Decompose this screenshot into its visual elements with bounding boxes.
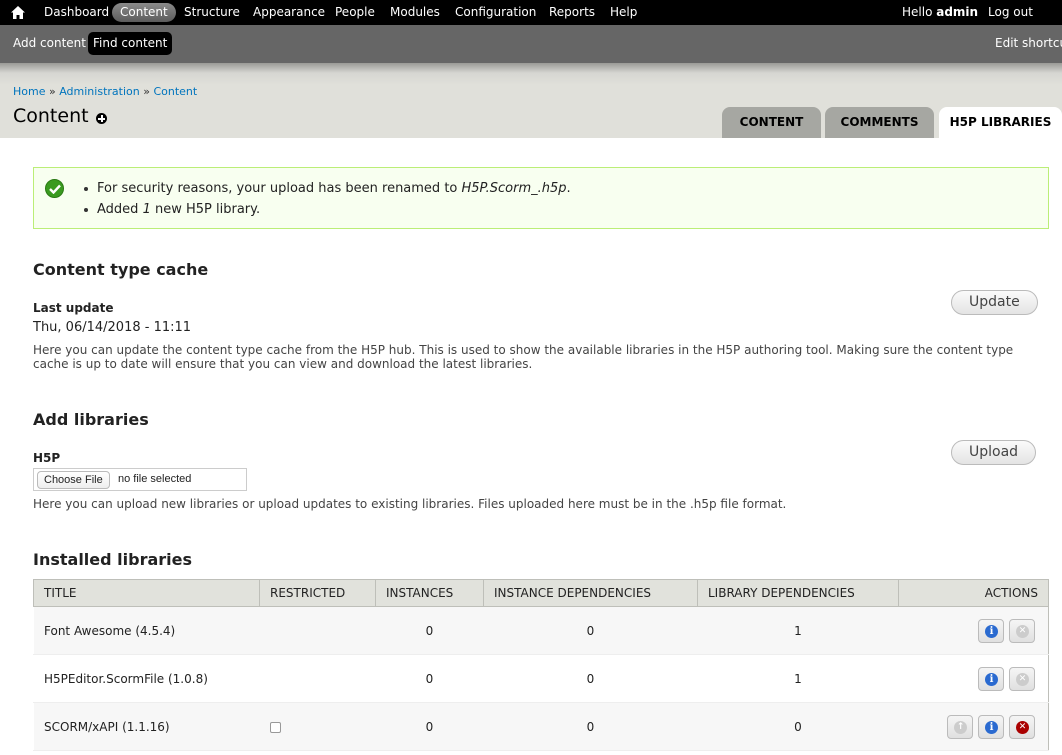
home-icon[interactable] — [11, 6, 25, 19]
add-libraries-heading: Add libraries — [33, 410, 149, 429]
library-library-deps: 0 — [697, 702, 899, 751]
library-title: SCORM/xAPI (1.1.16) — [33, 702, 260, 751]
details-button[interactable]: i — [978, 618, 1004, 643]
breadcrumb-separator: » — [143, 85, 150, 98]
shortcut-bar: Add content Find content Edit shortcuts — [0, 25, 1062, 63]
toolbar-item-content[interactable]: Content — [112, 3, 176, 22]
table-row: H5PEditor.ScormFile (1.0.8) 0 0 1 i ✕ — [33, 654, 1049, 703]
restricted-checkbox[interactable] — [269, 721, 281, 733]
username: admin — [936, 5, 979, 19]
column-title[interactable]: TITLE — [33, 579, 260, 607]
library-instances: 0 — [375, 654, 484, 703]
info-icon: i — [985, 624, 998, 638]
toolbar-item-appearance[interactable]: Appearance — [245, 3, 333, 22]
breadcrumb-home[interactable]: Home — [13, 85, 45, 98]
toolbar-item-configuration[interactable]: Configuration — [447, 3, 544, 22]
library-restricted — [259, 606, 376, 655]
library-instance-deps: 0 — [483, 654, 698, 703]
breadcrumb-separator: » — [48, 85, 56, 98]
delete-icon: ✕ — [1016, 672, 1029, 686]
column-library-dependencies[interactable]: LIBRARY DEPENDENCIES — [697, 579, 899, 607]
delete-button-disabled: ✕ — [1009, 666, 1035, 691]
toolbar-item-dashboard[interactable]: Dashboard — [36, 3, 117, 22]
libraries-table: TITLE RESTRICTED INSTANCES INSTANCE DEPE… — [33, 579, 1049, 751]
library-restricted — [259, 702, 376, 751]
upload-button[interactable]: Upload — [951, 440, 1037, 465]
library-actions: i ✕ — [898, 654, 1049, 703]
page-title: Content — [13, 105, 89, 127]
toolbar-item-reports[interactable]: Reports — [541, 3, 603, 22]
add-shortcut-icon[interactable] — [96, 113, 107, 124]
delete-icon: ✕ — [1016, 720, 1029, 734]
edit-shortcuts-link[interactable]: Edit shortcuts — [995, 32, 1062, 55]
toolbar-item-modules[interactable]: Modules — [382, 3, 448, 22]
library-instances: 0 — [375, 702, 484, 751]
column-instances[interactable]: INSTANCES — [375, 579, 484, 607]
h5p-file-input[interactable]: Choose File no file selected — [33, 468, 247, 491]
admin-toolbar: Dashboard Content Structure Appearance P… — [0, 0, 1062, 25]
h5p-field-label: H5P — [33, 451, 61, 465]
installed-libraries-heading: Installed libraries — [33, 550, 193, 569]
library-instance-deps: 0 — [483, 606, 698, 655]
upgrade-icon: ↑ — [954, 720, 967, 734]
toolbar-item-people[interactable]: People — [327, 3, 383, 22]
logout-link[interactable]: Log out — [980, 3, 1041, 22]
breadcrumb: Home » Administration » Content — [13, 85, 197, 98]
upload-description: Here you can upload new libraries or upl… — [33, 497, 787, 511]
toolbar-item-help[interactable]: Help — [602, 3, 645, 22]
user-greeting[interactable]: Hello admin — [894, 3, 986, 22]
greeting-prefix: Hello — [902, 5, 937, 19]
column-restricted[interactable]: RESTRICTED — [259, 579, 376, 607]
library-instances: 0 — [375, 606, 484, 655]
last-update-value: Thu, 06/14/2018 - 11:11 — [33, 320, 192, 335]
info-icon: i — [985, 672, 998, 686]
table-row: SCORM/xAPI (1.1.16) 0 0 0 ↑ i ✕ — [33, 702, 1049, 751]
status-message: For security reasons, your upload has be… — [33, 167, 1049, 229]
message-item: Added 1 new H5P library. — [84, 199, 571, 220]
cache-heading: Content type cache — [33, 260, 209, 279]
file-status: no file selected — [118, 473, 192, 485]
toolbar-item-structure[interactable]: Structure — [176, 3, 248, 22]
shortcut-add-content[interactable]: Add content — [8, 32, 91, 55]
delete-icon: ✕ — [1016, 624, 1029, 638]
column-instance-dependencies[interactable]: INSTANCE DEPENDENCIES — [483, 579, 698, 607]
library-restricted — [259, 654, 376, 703]
info-icon: i — [985, 720, 998, 734]
upgrade-button-disabled: ↑ — [947, 714, 973, 739]
breadcrumb-content[interactable]: Content — [153, 85, 197, 98]
update-button[interactable]: Update — [951, 290, 1038, 315]
check-circle-icon — [45, 179, 64, 198]
breadcrumb-administration[interactable]: Administration — [59, 85, 140, 98]
choose-file-button[interactable]: Choose File — [37, 471, 110, 489]
column-actions: ACTIONS — [898, 579, 1049, 607]
last-update-label: Last update — [33, 301, 114, 315]
library-library-deps: 1 — [697, 654, 899, 703]
cache-description: Here you can update the content type cac… — [33, 343, 1014, 371]
library-library-deps: 1 — [697, 606, 899, 655]
tab-content[interactable]: CONTENT — [722, 107, 821, 138]
tab-h5p-libraries[interactable]: H5P LIBRARIES — [939, 107, 1062, 138]
details-button[interactable]: i — [978, 666, 1004, 691]
delete-button[interactable]: ✕ — [1009, 714, 1035, 739]
library-actions: ↑ i ✕ — [898, 702, 1049, 751]
shortcut-find-content[interactable]: Find content — [88, 32, 173, 55]
library-title: H5PEditor.ScormFile (1.0.8) — [33, 654, 260, 703]
table-row: Font Awesome (4.5.4) 0 0 1 i ✕ — [33, 606, 1049, 655]
library-instance-deps: 0 — [483, 702, 698, 751]
tab-comments[interactable]: COMMENTS — [825, 107, 934, 138]
message-item: For security reasons, your upload has be… — [84, 178, 571, 199]
library-actions: i ✕ — [898, 606, 1049, 655]
library-title: Font Awesome (4.5.4) — [33, 606, 260, 655]
details-button[interactable]: i — [978, 714, 1004, 739]
delete-button-disabled: ✕ — [1009, 618, 1035, 643]
